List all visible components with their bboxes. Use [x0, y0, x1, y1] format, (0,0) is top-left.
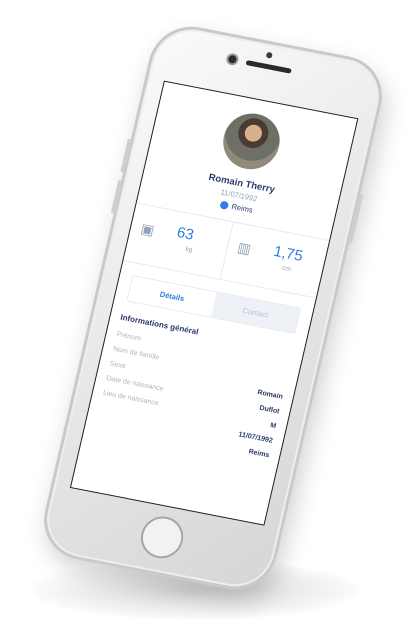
stat-weight: ▣ 63 kg — [123, 204, 232, 279]
earpiece-speaker — [245, 60, 292, 74]
power-button — [348, 193, 364, 244]
tab-contact[interactable]: Contact — [210, 292, 301, 333]
info-value: M — [269, 422, 277, 431]
phone-scene: Romain Therry 11/07/1992 ⬤Reims ▣ 63 kg … — [0, 0, 407, 630]
scale-icon: ▣ — [139, 220, 156, 239]
height-icon: ▥ — [236, 238, 253, 257]
profile-header: Romain Therry 11/07/1992 ⬤Reims — [139, 82, 357, 230]
location-pin-icon: ⬤ — [218, 199, 230, 211]
location-text: Reims — [230, 201, 254, 215]
info-label: Sexe — [109, 360, 127, 371]
info-value: Duflot — [258, 404, 281, 416]
height-unit: cm — [281, 264, 292, 274]
tab-details[interactable]: Détails — [127, 276, 217, 317]
app-screen: Romain Therry 11/07/1992 ⬤Reims ▣ 63 kg … — [69, 80, 359, 526]
volume-up-button — [120, 138, 132, 173]
info-value: Reims — [247, 448, 270, 460]
sensor-dot — [265, 51, 273, 59]
height-value: 1,75 — [271, 242, 305, 265]
home-button[interactable] — [136, 512, 188, 562]
weight-value: 63 — [175, 224, 196, 244]
stat-height: ▥ 1,75 cm — [219, 222, 330, 298]
front-camera-icon — [227, 54, 238, 64]
volume-down-button — [110, 179, 123, 214]
info-label: Prénom — [115, 331, 142, 343]
weight-unit: kg — [184, 245, 194, 254]
info-value: Romain — [256, 389, 284, 401]
avatar — [217, 108, 286, 175]
phone-frame: Romain Therry 11/07/1992 ⬤Reims ▣ 63 kg … — [35, 19, 391, 597]
